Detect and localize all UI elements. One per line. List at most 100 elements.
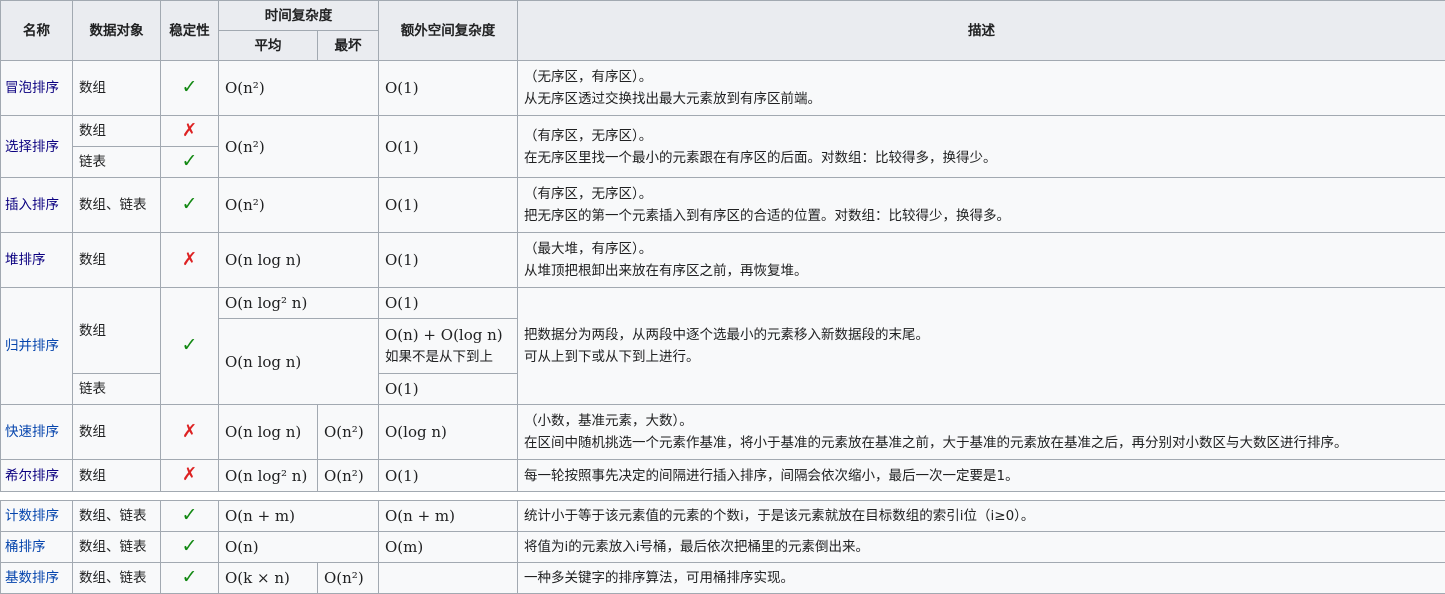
table-row: 基数排序 数组、链表 ✓ O(k × n) O(n²) 一种多关键字的排序算法，… bbox=[1, 563, 1445, 594]
space-complexity: O(m) bbox=[379, 532, 518, 563]
link-quick-sort[interactable]: 快速排序 bbox=[5, 424, 59, 440]
description-cell: 一种多关键字的排序算法，可用桶排序实现。 bbox=[518, 563, 1445, 594]
average-complexity: O(n log n) bbox=[219, 319, 379, 405]
description-cell: （最大堆，有序区）。从堆顶把根卸出来放在有序区之前，再恢复堆。 bbox=[518, 233, 1445, 288]
table-row: 选择排序 数组 ✗ O(n²) O(1) （有序区，无序区）。在无序区里找一个最… bbox=[1, 116, 1445, 147]
stable-check-icon: ✓ bbox=[161, 147, 219, 178]
table-row: 快速排序 数组 ✗ O(n log n) O(n²) O(log n) （小数，… bbox=[1, 405, 1445, 460]
average-complexity: O(k × n) bbox=[219, 563, 318, 594]
description-cell: （有序区，无序区）。把无序区的第一个元素插入到有序区的合适的位置。对数组：比较得… bbox=[518, 178, 1445, 233]
data-object-cell: 数组 bbox=[73, 405, 161, 460]
description-cell: 每一轮按照事先决定的间隔进行插入排序，间隔会依次缩小，最后一次一定要是1。 bbox=[518, 460, 1445, 492]
link-bubble-sort[interactable]: 冒泡排序 bbox=[5, 80, 59, 96]
link-heap-sort[interactable]: 堆排序 bbox=[5, 252, 46, 268]
worst-complexity: O(n²) bbox=[318, 405, 379, 460]
space-complexity: O(1) bbox=[379, 233, 518, 288]
sorting-algorithms-table: 名称 数据对象 稳定性 时间复杂度 额外空间复杂度 描述 平均 最坏 冒泡排序 … bbox=[0, 0, 1445, 594]
average-complexity: O(n²) bbox=[219, 116, 379, 178]
table-row: 归并排序 数组 ✓ O(n log² n) O(1) 把数据分为两段，从两段中逐… bbox=[1, 288, 1445, 319]
description-cell: （无序区，有序区）。从无序区透过交换找出最大元素放到有序区前端。 bbox=[518, 61, 1445, 116]
average-complexity: O(n log n) bbox=[219, 233, 379, 288]
header-data-object: 数据对象 bbox=[73, 1, 161, 61]
space-complexity: O(1) bbox=[379, 460, 518, 492]
data-object-cell: 数组 bbox=[73, 61, 161, 116]
space-complexity: O(log n) bbox=[379, 405, 518, 460]
table-row: 插入排序 数组、链表 ✓ O(n²) O(1) （有序区，无序区）。把无序区的第… bbox=[1, 178, 1445, 233]
stable-check-icon: ✓ bbox=[161, 532, 219, 563]
data-object-cell: 数组、链表 bbox=[73, 532, 161, 563]
average-complexity: O(n) bbox=[219, 532, 379, 563]
stable-check-icon: ✓ bbox=[161, 501, 219, 532]
header-stability: 稳定性 bbox=[161, 1, 219, 61]
average-complexity: O(n log² n) bbox=[219, 460, 318, 492]
space-complexity: O(1) bbox=[379, 61, 518, 116]
data-object-cell: 数组 bbox=[73, 233, 161, 288]
algorithm-name-cell: 希尔排序 bbox=[1, 460, 73, 492]
data-object-cell: 链表 bbox=[73, 147, 161, 178]
space-complexity: O(1) bbox=[379, 178, 518, 233]
unstable-cross-icon: ✗ bbox=[161, 460, 219, 492]
table-row: 计数排序 数组、链表 ✓ O(n + m) O(n + m) 统计小于等于该元素… bbox=[1, 501, 1445, 532]
data-object-cell: 数组、链表 bbox=[73, 563, 161, 594]
average-complexity: O(n log n) bbox=[219, 405, 318, 460]
algorithm-name-cell: 基数排序 bbox=[1, 563, 73, 594]
algorithm-name-cell: 插入排序 bbox=[1, 178, 73, 233]
space-complexity: O(1) bbox=[379, 374, 518, 405]
space-complexity: O(n + m) bbox=[379, 501, 518, 532]
algorithm-name-cell: 桶排序 bbox=[1, 532, 73, 563]
description-cell: 把数据分为两段，从两段中逐个选最小的元素移入新数据段的末尾。可从上到下或从下到上… bbox=[518, 288, 1445, 405]
average-complexity: O(n log² n) bbox=[219, 288, 379, 319]
link-insertion-sort[interactable]: 插入排序 bbox=[5, 197, 59, 213]
algorithm-name-cell: 冒泡排序 bbox=[1, 61, 73, 116]
link-selection-sort[interactable]: 选择排序 bbox=[5, 139, 59, 155]
algorithm-name-cell: 归并排序 bbox=[1, 288, 73, 405]
stable-check-icon: ✓ bbox=[161, 563, 219, 594]
header-time-complexity: 时间复杂度 bbox=[219, 1, 379, 31]
algorithm-name-cell: 快速排序 bbox=[1, 405, 73, 460]
space-note: 如果不是从下到上 bbox=[385, 346, 511, 368]
worst-complexity: O(n²) bbox=[318, 563, 379, 594]
link-counting-sort[interactable]: 计数排序 bbox=[5, 508, 59, 524]
section-divider bbox=[1, 492, 1445, 501]
data-object-cell: 数组、链表 bbox=[73, 501, 161, 532]
header-average: 平均 bbox=[219, 31, 318, 61]
link-radix-sort[interactable]: 基数排序 bbox=[5, 570, 59, 586]
unstable-cross-icon: ✗ bbox=[161, 405, 219, 460]
description-cell: （有序区，无序区）。在无序区里找一个最小的元素跟在有序区的后面。对数组：比较得多… bbox=[518, 116, 1445, 178]
space-complexity bbox=[379, 563, 518, 594]
data-object-cell: 数组、链表 bbox=[73, 178, 161, 233]
stable-check-icon: ✓ bbox=[161, 288, 219, 405]
algorithm-name-cell: 计数排序 bbox=[1, 501, 73, 532]
data-object-cell: 链表 bbox=[73, 374, 161, 405]
space-complexity: O(1) bbox=[379, 288, 518, 319]
header-description: 描述 bbox=[518, 1, 1445, 61]
data-object-cell: 数组 bbox=[73, 116, 161, 147]
description-cell: （小数，基准元素，大数）。在区间中随机挑选一个元素作基准，将小于基准的元素放在基… bbox=[518, 405, 1445, 460]
stable-check-icon: ✓ bbox=[161, 61, 219, 116]
link-merge-sort[interactable]: 归并排序 bbox=[5, 338, 59, 354]
header-extra-space: 额外空间复杂度 bbox=[379, 1, 518, 61]
table-row: 希尔排序 数组 ✗ O(n log² n) O(n²) O(1) 每一轮按照事先… bbox=[1, 460, 1445, 492]
table-row: 桶排序 数组、链表 ✓ O(n) O(m) 将值为i的元素放入i号桶，最后依次把… bbox=[1, 532, 1445, 563]
table-row: 堆排序 数组 ✗ O(n log n) O(1) （最大堆，有序区）。从堆顶把根… bbox=[1, 233, 1445, 288]
header-name: 名称 bbox=[1, 1, 73, 61]
table-row: 冒泡排序 数组 ✓ O(n²) O(1) （无序区，有序区）。从无序区透过交换找… bbox=[1, 61, 1445, 116]
space-complexity: O(n) + O(log n)如果不是从下到上 bbox=[379, 319, 518, 374]
algorithm-name-cell: 选择排序 bbox=[1, 116, 73, 178]
header-worst: 最坏 bbox=[318, 31, 379, 61]
data-object-cell: 数组 bbox=[73, 460, 161, 492]
unstable-cross-icon: ✗ bbox=[161, 116, 219, 147]
stable-check-icon: ✓ bbox=[161, 178, 219, 233]
description-cell: 将值为i的元素放入i号桶，最后依次把桶里的元素倒出来。 bbox=[518, 532, 1445, 563]
link-bucket-sort[interactable]: 桶排序 bbox=[5, 539, 46, 555]
space-complexity: O(1) bbox=[379, 116, 518, 178]
average-complexity: O(n + m) bbox=[219, 501, 379, 532]
description-cell: 统计小于等于该元素值的元素的个数i，于是该元素就放在目标数组的索引i位（i≥0）… bbox=[518, 501, 1445, 532]
data-object-cell: 数组 bbox=[73, 288, 161, 374]
link-shell-sort[interactable]: 希尔排序 bbox=[5, 468, 59, 484]
average-complexity: O(n²) bbox=[219, 178, 379, 233]
worst-complexity: O(n²) bbox=[318, 460, 379, 492]
unstable-cross-icon: ✗ bbox=[161, 233, 219, 288]
average-complexity: O(n²) bbox=[219, 61, 379, 116]
algorithm-name-cell: 堆排序 bbox=[1, 233, 73, 288]
